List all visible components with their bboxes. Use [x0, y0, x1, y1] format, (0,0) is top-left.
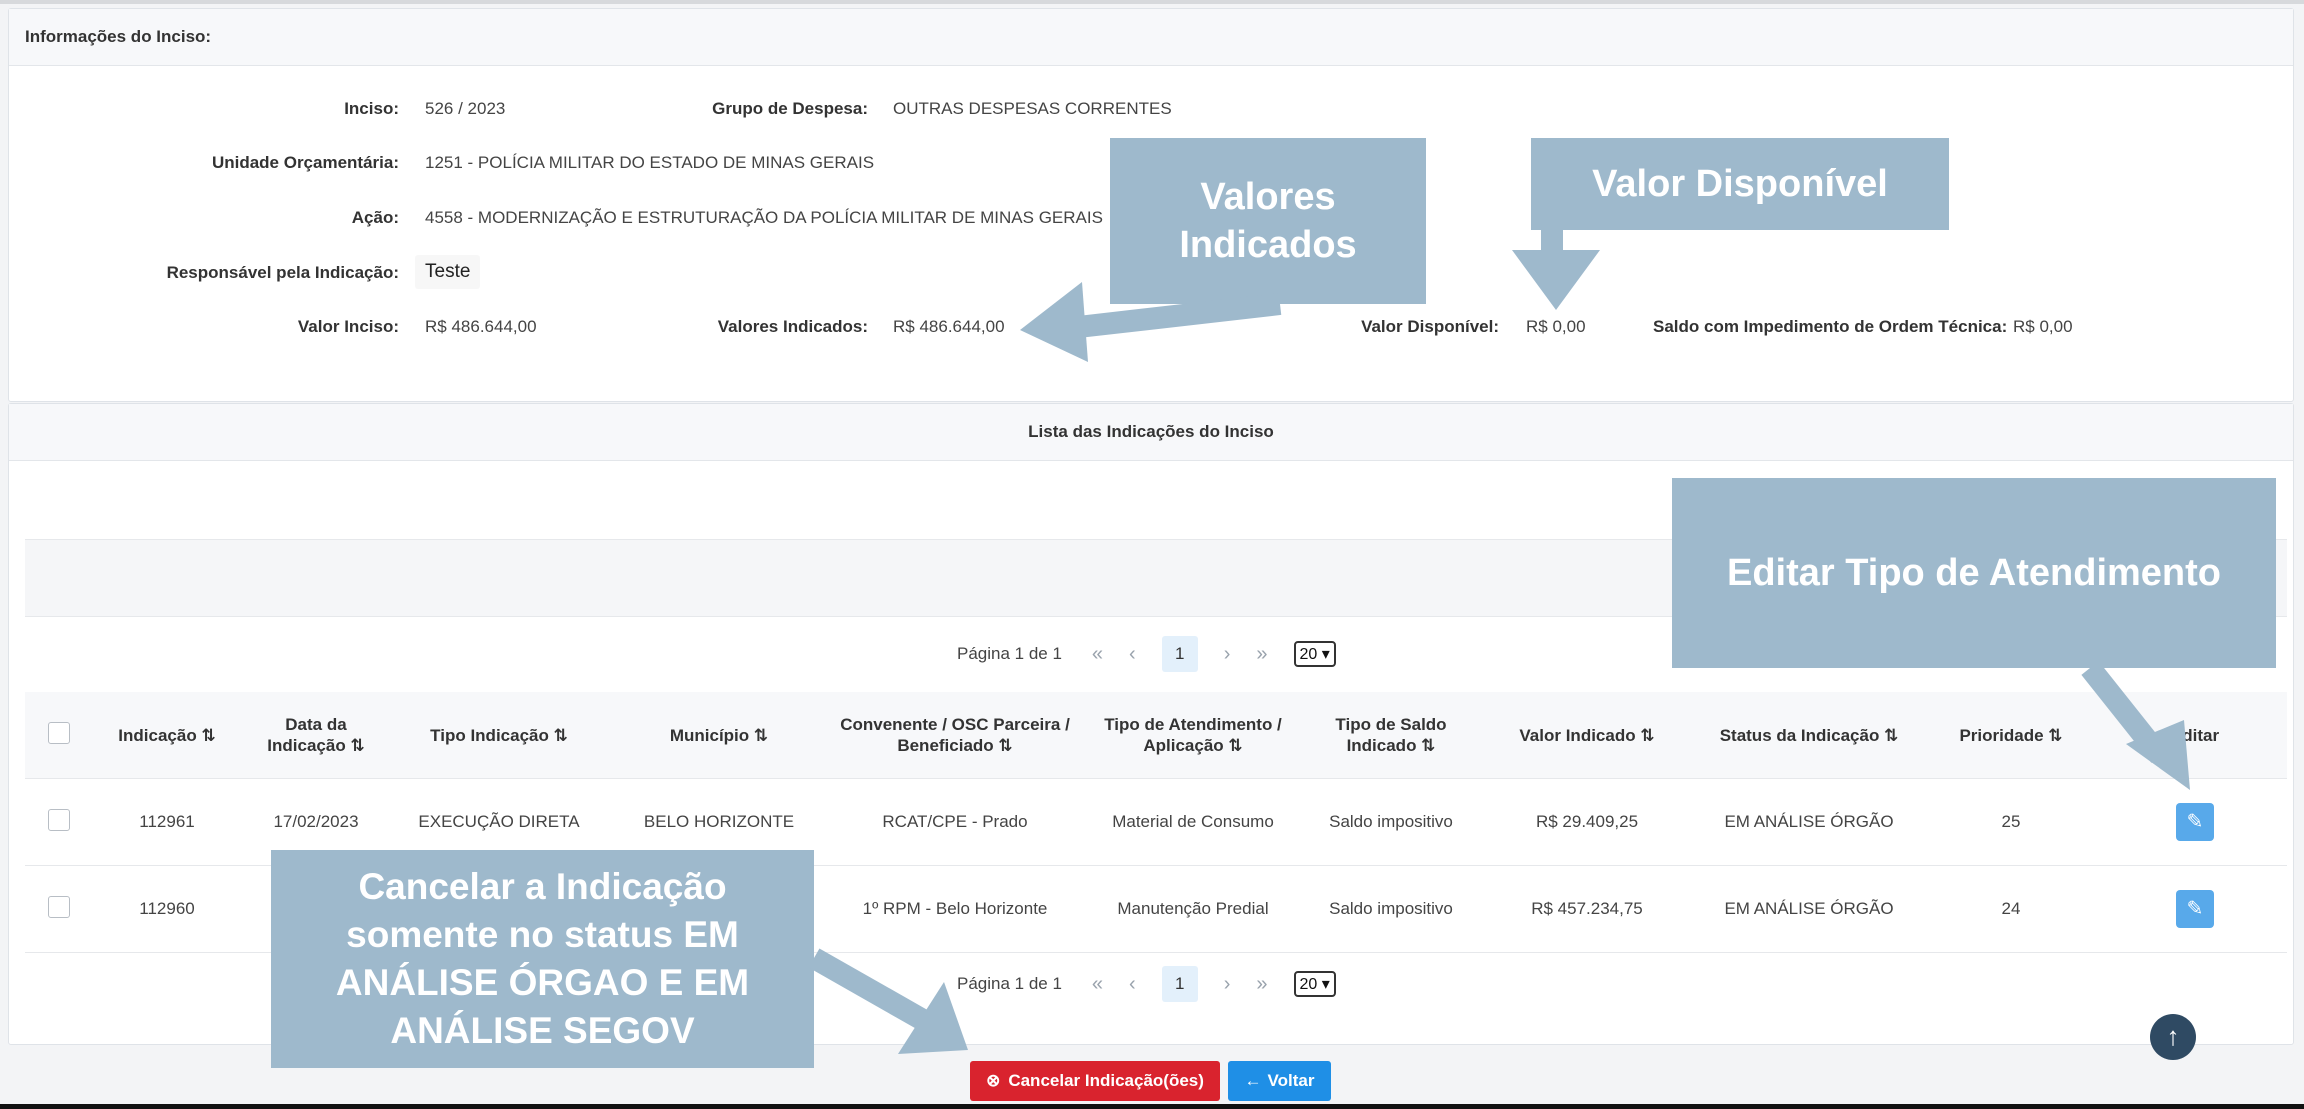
col-valor-indicado[interactable]: Valor Indicado ⇅ — [1475, 692, 1699, 779]
responsavel-label: Responsável pela Indicação: — [166, 263, 399, 282]
select-all-checkbox[interactable] — [48, 721, 70, 744]
cell-valor: R$ 457.234,75 — [1475, 865, 1699, 953]
unidade-orcamentaria-label: Unidade Orçamentária: — [211, 153, 399, 172]
grupo-despesa-value: OUTRAS DESPESAS CORRENTES — [893, 99, 1172, 118]
arrow-left-icon: ← — [1244, 1071, 1262, 1090]
row-checkbox[interactable] — [48, 808, 70, 831]
cell-status: EM ANÁLISE ÓRGÃO — [1699, 865, 1919, 953]
col-editar: Editar — [2103, 692, 2287, 779]
inciso-value: 526 / 2023 — [425, 99, 506, 118]
pagination-bottom: Página 1 de 1 « ‹ 1 › » 20 ▾ — [957, 964, 1336, 1004]
list-card-title: Lista das Indicações do Inciso — [9, 404, 2293, 461]
cell-saldo: Saldo impositivo — [1307, 865, 1475, 953]
col-status[interactable]: Status da Indicação ⇅ — [1699, 692, 1919, 779]
first-page-button[interactable]: « — [1092, 973, 1103, 996]
col-prioridade[interactable]: Prioridade ⇅ — [1919, 692, 2103, 779]
last-page-button[interactable]: » — [1256, 973, 1267, 996]
col-tipo-saldo[interactable]: Tipo de Saldo Indicado ⇅ — [1307, 692, 1475, 779]
col-municipio[interactable]: Município ⇅ — [607, 692, 831, 779]
callout-cancelar: Cancelar a Indicação somente no status E… — [271, 850, 814, 1068]
valores-indicados-label: Valores Indicados: — [717, 317, 868, 336]
cancel-button-label: Cancelar Indicação(ões) — [1008, 1071, 1204, 1090]
col-indicacao[interactable]: Indicação ⇅ — [93, 692, 241, 779]
col-data[interactable]: Data da Indicação ⇅ — [241, 692, 391, 779]
responsavel-value: Teste — [415, 255, 481, 289]
valor-disponivel-label: Valor Disponível: — [1361, 317, 1499, 336]
cell-atendimento: Manutenção Predial — [1079, 865, 1307, 953]
prev-page-button[interactable]: ‹ — [1129, 643, 1136, 666]
top-border — [0, 0, 2304, 4]
saldo-impedimento-value: R$ 0,00 — [2013, 317, 2073, 336]
cell-atendimento: Material de Consumo — [1079, 778, 1307, 866]
cell-indicacao: 112961 — [93, 778, 241, 866]
page-size-select[interactable]: 20 ▾ — [1293, 641, 1336, 667]
x-circle-icon: ⊗ — [986, 1071, 1001, 1090]
arrow-up-icon: ↑ — [2166, 1021, 2180, 1051]
back-button[interactable]: ← Voltar — [1228, 1061, 1331, 1101]
pagination-top: Página 1 de 1 « ‹ 1 › » 20 ▾ — [957, 634, 1336, 674]
acao-label: Ação: — [351, 208, 399, 227]
current-page-button[interactable]: 1 — [1161, 636, 1198, 672]
bottom-border — [0, 1104, 2304, 1109]
pagination-text: Página 1 de 1 — [957, 974, 1062, 993]
callout-editar-tipo: Editar Tipo de Atendimento — [1672, 478, 2276, 668]
first-page-button[interactable]: « — [1092, 643, 1103, 666]
valor-disponivel-value: R$ 0,00 — [1526, 317, 1586, 336]
cell-convenente: 1º RPM - Belo Horizonte — [831, 865, 1079, 953]
cell-saldo: Saldo impositivo — [1307, 778, 1475, 866]
valores-indicados-value: R$ 486.644,00 — [893, 317, 1005, 336]
cell-convenente: RCAT/CPE - Prado — [831, 778, 1079, 866]
col-convenente[interactable]: Convenente / OSC Parceira / Beneficiado … — [831, 692, 1079, 779]
back-button-label: Voltar — [1267, 1071, 1315, 1090]
inciso-label: Inciso: — [344, 99, 399, 118]
pagination-text: Página 1 de 1 — [957, 644, 1062, 663]
current-page-button[interactable]: 1 — [1161, 966, 1198, 1002]
callout-valores-indicados: Valores Indicados — [1110, 138, 1426, 304]
prev-page-button[interactable]: ‹ — [1129, 973, 1136, 996]
col-tipo-atendimento[interactable]: Tipo de Atendimento / Aplicação ⇅ — [1079, 692, 1307, 779]
cell-prioridade: 24 — [1919, 865, 2103, 953]
cell-valor: R$ 29.409,25 — [1475, 778, 1699, 866]
unidade-orcamentaria-value: 1251 - POLÍCIA MILITAR DO ESTADO DE MINA… — [425, 153, 875, 172]
cancel-indicacao-button[interactable]: ⊗ Cancelar Indicação(ões) — [970, 1061, 1220, 1101]
table-header-row: Indicação ⇅ Data da Indicação ⇅ Tipo Ind… — [25, 692, 2287, 779]
pencil-icon: ✎ — [2186, 811, 2204, 833]
cell-status: EM ANÁLISE ÓRGÃO — [1699, 778, 1919, 866]
page-size-select[interactable]: 20 ▾ — [1293, 971, 1336, 997]
row-checkbox[interactable] — [48, 895, 70, 918]
next-page-button[interactable]: › — [1224, 973, 1231, 996]
col-tipo-indicacao[interactable]: Tipo Indicação ⇅ — [391, 692, 607, 779]
callout-valor-disponivel: Valor Disponível — [1531, 138, 1949, 230]
grupo-despesa-label: Grupo de Despesa: — [712, 99, 868, 118]
info-card-title: Informações do Inciso: — [9, 9, 2293, 66]
last-page-button[interactable]: » — [1256, 643, 1267, 666]
cell-prioridade: 25 — [1919, 778, 2103, 866]
edit-button[interactable]: ✎ — [2176, 803, 2214, 841]
next-page-button[interactable]: › — [1224, 643, 1231, 666]
acao-value: 4558 - MODERNIZAÇÃO E ESTRUTURAÇÃO DA PO… — [425, 208, 1103, 227]
scroll-to-top-button[interactable]: ↑ — [2150, 1014, 2196, 1060]
valor-inciso-value: R$ 486.644,00 — [425, 317, 537, 336]
pencil-icon: ✎ — [2186, 898, 2204, 920]
valor-inciso-label: Valor Inciso: — [297, 317, 399, 336]
select-all-header[interactable] — [25, 692, 93, 779]
edit-button[interactable]: ✎ — [2176, 890, 2214, 928]
cell-indicacao: 112960 — [93, 865, 241, 953]
saldo-impedimento-label: Saldo com Impedimento de Ordem Técnica: — [1653, 317, 2008, 336]
